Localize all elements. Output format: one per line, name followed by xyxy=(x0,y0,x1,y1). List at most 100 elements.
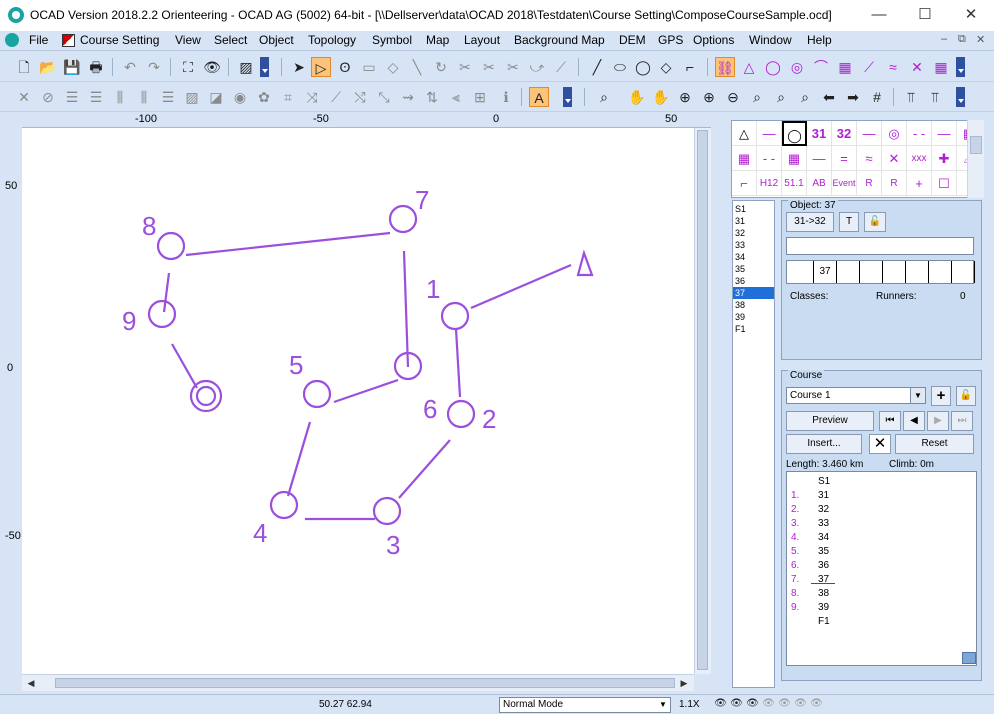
hide-show-icon[interactable]: 👁 xyxy=(202,57,222,77)
forward-arrow-icon[interactable]: ➡ xyxy=(843,87,863,107)
chevron-down-icon[interactable]: ▼ xyxy=(910,388,925,403)
control-circle-2[interactable] xyxy=(446,399,476,429)
finish-circle-icon[interactable]: ◎ xyxy=(787,57,807,77)
leg-code[interactable]: 34 xyxy=(818,532,829,543)
last-control-button[interactable]: ⏭ xyxy=(951,411,973,431)
symbol-control[interactable]: ◯ xyxy=(782,121,807,146)
symbol-hatched-area[interactable]: ▦ xyxy=(732,146,757,171)
text-icon[interactable]: A xyxy=(529,87,549,107)
zoom-selection-icon[interactable]: ⌕ xyxy=(771,87,791,107)
finish-outer-circle[interactable] xyxy=(189,379,223,413)
mdi-minimize-button[interactable]: – xyxy=(941,33,947,45)
visibility-eye-icon[interactable]: 👁 xyxy=(713,698,728,710)
symbol-first-aid[interactable]: ✚ xyxy=(932,146,957,171)
copy-list-icon[interactable] xyxy=(962,652,976,664)
visibility-eye-icon[interactable]: 👁 xyxy=(729,698,744,710)
zoom-previous-icon[interactable]: ⌕ xyxy=(795,87,815,107)
symbol-cross[interactable]: + xyxy=(907,171,932,196)
control-circle-3[interactable] xyxy=(372,496,402,526)
menu-select[interactable]: Select xyxy=(214,33,247,47)
course-leg-list[interactable]: S1 1. 31 2. 32 3. 33 4. 34 5. 35 6. 36 7… xyxy=(786,471,977,666)
symbol-start[interactable]: △ xyxy=(732,121,757,146)
first-control-button[interactable]: ⏮ xyxy=(879,411,901,431)
scroll-thumb[interactable] xyxy=(970,136,982,154)
description-box-icon[interactable]: ▦ xyxy=(931,57,951,77)
code-to-code-button[interactable]: 31->32 xyxy=(786,212,834,232)
right-angle-icon[interactable]: ⌐ xyxy=(680,57,700,77)
scale-icon[interactable]: ⤡ xyxy=(374,87,394,107)
symbol-corner[interactable]: ⌐ xyxy=(732,171,757,196)
symbol-code-32[interactable]: 32 xyxy=(832,121,857,146)
menu-course-setting[interactable]: Course Setting xyxy=(80,33,159,47)
reshape-icon[interactable]: ⤨ xyxy=(302,87,322,107)
lasso-icon[interactable]: ʘ xyxy=(335,57,355,77)
circle-icon[interactable]: ◯ xyxy=(633,57,653,77)
distribute-icon[interactable]: ⫼ xyxy=(110,87,130,107)
leg-code[interactable]: F1 xyxy=(818,616,830,627)
symbol-code-31[interactable]: 31 xyxy=(807,121,832,146)
symbol-r-text[interactable]: R xyxy=(857,171,882,196)
visibility-eye-icon[interactable]: 👁 xyxy=(761,698,776,710)
panel-splitter[interactable] xyxy=(713,112,728,690)
edit-point-arrow-icon[interactable]: ▷ xyxy=(311,57,331,77)
visibility-eye-icon[interactable]: 👁 xyxy=(793,698,808,710)
menu-layout[interactable]: Layout xyxy=(464,33,500,47)
symbol-number-text[interactable]: 51.1 xyxy=(782,171,807,196)
course-select[interactable]: Course 1 ▼ xyxy=(786,387,926,404)
code-cell[interactable] xyxy=(787,261,814,283)
reset-button[interactable]: Reset xyxy=(895,434,974,454)
forbidden-route-icon[interactable]: ≈ xyxy=(883,57,903,77)
rotate-icon[interactable]: ↻ xyxy=(431,57,451,77)
object-list-item[interactable]: 35 xyxy=(733,263,774,275)
symbol-dashed-line[interactable]: - - xyxy=(757,146,782,171)
leg-code[interactable]: 33 xyxy=(818,518,829,529)
symbol-boundary[interactable]: — xyxy=(807,146,832,171)
delete-control-button[interactable]: ✕ xyxy=(869,434,891,454)
symbol-out-of-bounds[interactable]: ▦ xyxy=(782,146,807,171)
minimize-button[interactable]: — xyxy=(856,0,902,31)
menu-gps[interactable]: GPS xyxy=(658,33,683,47)
add-vertex-icon[interactable]: ◇ xyxy=(383,57,403,77)
undo-icon[interactable]: ↶ xyxy=(120,57,140,77)
symbol-box-scrollbar[interactable] xyxy=(967,120,984,198)
mode-select[interactable]: Normal Mode ▼ xyxy=(499,697,671,713)
cut-icon[interactable]: ✂ xyxy=(455,57,475,77)
course-setting-mode-icon[interactable]: ⛓ xyxy=(715,57,735,77)
map-horizontal-scrollbar[interactable]: ◀ ▶ xyxy=(22,674,694,691)
visibility-eye-icon[interactable]: 👁 xyxy=(745,698,760,710)
mdi-restore-button[interactable]: ⧉ xyxy=(958,33,966,46)
menu-topology[interactable]: Topology xyxy=(308,33,356,47)
symbol-thick-line[interactable]: — xyxy=(932,121,957,146)
leg-code[interactable]: S1 xyxy=(818,476,830,487)
menu-background-map[interactable]: Background Map xyxy=(514,33,605,47)
object-list-item[interactable]: S1 xyxy=(733,203,774,215)
symbol-forbidden-route[interactable]: ✕ xyxy=(882,146,907,171)
preview-button[interactable]: Preview xyxy=(786,411,874,431)
cut-hole-icon[interactable]: ▭ xyxy=(359,57,379,77)
convert-icon[interactable]: ⤭ xyxy=(350,87,370,107)
graphics-icon[interactable]: ✿ xyxy=(254,87,274,107)
align-icon[interactable]: ☰ xyxy=(62,87,82,107)
back-arrow-icon[interactable]: ⬅ xyxy=(819,87,839,107)
object-list[interactable]: S1 31 32 33 34 35 36 37 38 39 F1 xyxy=(732,200,775,688)
chevron-down-icon[interactable]: ▼ xyxy=(656,698,670,712)
start-triangle[interactable] xyxy=(576,249,594,277)
object-text-field[interactable] xyxy=(786,237,974,255)
object-list-item[interactable]: 34 xyxy=(733,251,774,263)
menu-object[interactable]: Object xyxy=(259,33,294,47)
new-file-icon[interactable]: 🗋 xyxy=(14,57,34,77)
symbol-event-text[interactable]: Event xyxy=(832,171,857,196)
visibility-eye-icon[interactable]: 👁 xyxy=(777,698,792,710)
menu-window[interactable]: Window xyxy=(749,33,792,47)
cut-line-icon[interactable]: ✂ xyxy=(503,57,523,77)
course-line-icon[interactable]: ⟋ xyxy=(859,57,879,77)
toolbar-dropdown[interactable] xyxy=(563,87,572,107)
align-center-icon[interactable]: ☰ xyxy=(86,87,106,107)
control-circle-4[interactable] xyxy=(269,490,299,520)
zoom-fit-icon[interactable]: ⌕ xyxy=(747,87,767,107)
scroll-right-arrow-icon[interactable]: ▶ xyxy=(677,676,691,690)
symbol-line[interactable]: — xyxy=(757,121,782,146)
map-canvas[interactable]: 1 2 3 4 5 6 7 8 9 xyxy=(22,128,694,674)
fill-icon[interactable]: ◉ xyxy=(230,87,250,107)
system-menu-icon[interactable] xyxy=(5,33,19,47)
